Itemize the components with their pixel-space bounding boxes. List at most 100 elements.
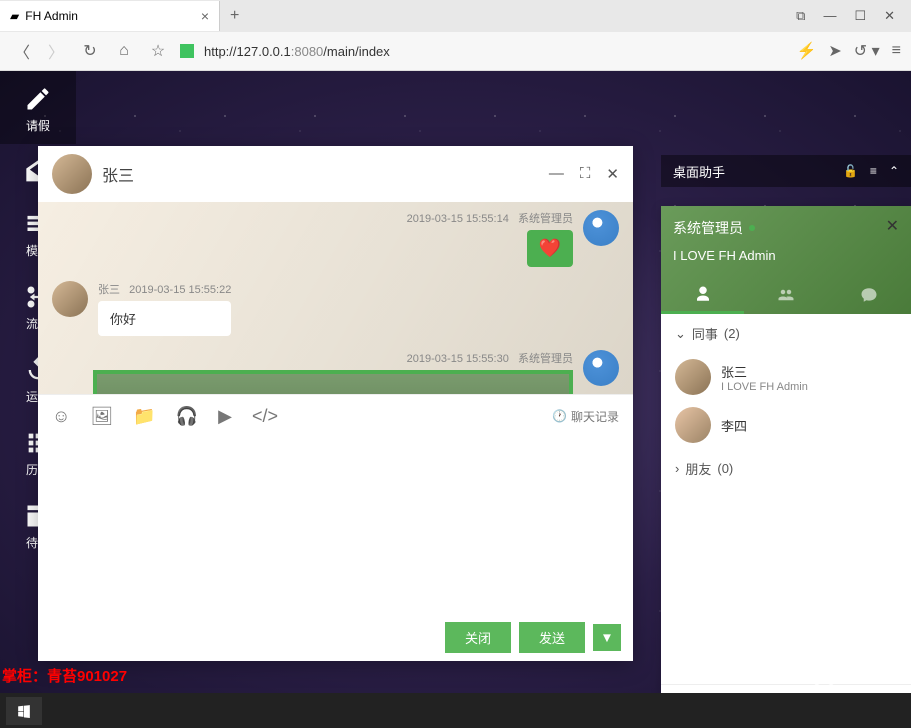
close-button[interactable]: 关闭	[445, 622, 511, 653]
address-bar: 〈 〉 ↻ ⌂ ☆ http://127.0.0.1:8080/main/ind…	[0, 32, 911, 70]
shield-icon	[180, 44, 194, 58]
lock-icon[interactable]: 🔓	[843, 164, 858, 178]
desktop-helper-panel: 桌面助手 🔓 ≡ ⌃	[661, 155, 911, 187]
send-button[interactable]: 发送	[519, 622, 585, 653]
favorite-button[interactable]: ☆	[146, 41, 170, 61]
tab-title: FH Admin	[25, 9, 78, 23]
undo-icon[interactable]: ↺ ▾	[854, 41, 880, 61]
maximize-icon[interactable]: ⛶	[580, 165, 591, 183]
forward-button[interactable]: 〉	[44, 39, 68, 63]
speed-icon[interactable]: ⚡	[796, 41, 816, 61]
group-name: 同事	[692, 324, 718, 343]
helper-header[interactable]: 桌面助手 🔓 ≡ ⌃	[661, 155, 911, 187]
message-bubble: ❤️	[527, 230, 573, 267]
logo-icon: C	[811, 662, 837, 688]
message-row: 2019-03-15 15:55:30 系统管理员	[52, 350, 619, 394]
group-header-colleagues[interactable]: ⌄ 同事 (2)	[661, 314, 911, 353]
browser-chrome: ▰ FH Admin × + ⧉ — ☐ ✕ 〈 〉 ↻ ⌂ ☆ http://…	[0, 0, 911, 71]
taskbar	[0, 693, 911, 728]
new-tab-button[interactable]: +	[220, 7, 249, 25]
browser-tab[interactable]: ▰ FH Admin ×	[0, 1, 220, 31]
group-name: 朋友	[685, 459, 711, 478]
self-status: I LOVE FH Admin	[673, 248, 899, 263]
contacts-panel: ✕ 系统管理员 I LOVE FH Admin ⌄ 同事	[661, 206, 911, 726]
image-icon[interactable]: 🖼	[90, 406, 113, 427]
message-avatar[interactable]	[583, 350, 619, 386]
message-meta: 2019-03-15 15:55:14 系统管理员	[407, 210, 573, 226]
tab-favicon-icon: ▰	[10, 9, 19, 23]
group-header-friends[interactable]: › 朋友 (0)	[661, 449, 911, 488]
self-name: 系统管理员	[673, 218, 899, 238]
sidebar-label: 请假	[26, 117, 50, 134]
message-image[interactable]	[93, 370, 573, 394]
code-icon[interactable]: </>	[252, 406, 278, 427]
window-maximize-icon[interactable]: ☐	[854, 8, 866, 24]
contact-name: 李四	[721, 416, 747, 435]
watermark-text: 掌柜：青苔901027	[2, 665, 127, 686]
message-avatar[interactable]	[52, 281, 88, 317]
tab-people[interactable]	[661, 276, 744, 314]
status-dot-icon	[749, 225, 755, 231]
folder-icon[interactable]: 📁	[133, 406, 155, 427]
chat-footer: 关闭 发送 ▼	[38, 613, 633, 661]
contact-item[interactable]: 李四	[661, 401, 911, 449]
contact-name: 张三	[721, 362, 808, 381]
tab-message[interactable]	[828, 276, 911, 314]
chat-toolbar: ☺ 🖼 📁 🎧 ▶ </> 🕐 聊天记录	[38, 394, 633, 438]
group-count: (2)	[724, 326, 740, 341]
url-input[interactable]: http://127.0.0.1:8080/main/index	[204, 44, 390, 59]
chat-header: 张三 — ⛶ ✕	[38, 146, 633, 202]
home-button[interactable]: ⌂	[112, 42, 136, 60]
clock-icon: 🕐	[552, 409, 567, 423]
contact-sub: I LOVE FH Admin	[721, 381, 808, 393]
send-dropdown-button[interactable]: ▼	[593, 624, 621, 651]
tab-bar: ▰ FH Admin × + ⧉ — ☐ ✕	[0, 0, 911, 32]
chat-history-button[interactable]: 🕐 聊天记录	[552, 408, 619, 425]
close-icon[interactable]: ✕	[606, 165, 619, 183]
contact-avatar	[675, 359, 711, 395]
back-button[interactable]: 〈	[10, 39, 34, 63]
menu-icon[interactable]: ≡	[870, 164, 877, 178]
helper-title: 桌面助手	[673, 162, 725, 181]
chat-avatar[interactable]	[52, 154, 92, 194]
message-row: 2019-03-15 15:55:14 系统管理员 ❤️	[52, 210, 619, 267]
brand-text: 创新互联	[843, 667, 891, 684]
minimize-icon[interactable]: —	[549, 165, 564, 183]
arrow-right-icon[interactable]: ➤	[828, 41, 841, 61]
url-protocol: http://	[204, 44, 237, 59]
group-count: (0)	[717, 461, 733, 476]
app-main: 请假 模型 流程 运行 历史 待办 张三	[0, 71, 911, 728]
close-icon[interactable]: ✕	[886, 216, 899, 236]
person-icon	[694, 285, 712, 303]
message-avatar[interactable]	[583, 210, 619, 246]
tab-close-icon[interactable]: ×	[201, 8, 209, 24]
window-dock-icon[interactable]: ⧉	[796, 8, 805, 24]
emoji-icon[interactable]: ☺	[52, 406, 70, 427]
edit-icon	[24, 85, 52, 113]
message-row: 张三 2019-03-15 15:55:22 你好	[52, 281, 619, 336]
start-button[interactable]	[6, 697, 42, 725]
chevron-down-icon: ⌄	[675, 326, 686, 342]
url-path: /main/index	[323, 44, 389, 59]
audio-icon[interactable]: 🎧	[176, 406, 198, 427]
url-host: 127.0.0.1	[237, 44, 291, 59]
chevron-right-icon: ›	[675, 461, 679, 476]
video-icon[interactable]: ▶	[218, 406, 232, 427]
sidebar-item-leave[interactable]: 请假	[0, 71, 76, 144]
menu-icon[interactable]: ≡	[892, 42, 901, 60]
window-minimize-icon[interactable]: —	[823, 8, 836, 24]
tab-group[interactable]	[744, 276, 827, 314]
history-label: 聊天记录	[571, 408, 619, 425]
url-port: :8080	[291, 44, 324, 59]
chat-body: 2019-03-15 15:55:14 系统管理员 ❤️ 张三 2019-03-…	[38, 202, 633, 394]
message-bubble: 你好	[98, 301, 231, 336]
chat-input[interactable]	[38, 438, 633, 614]
contacts-body: ⌄ 同事 (2) 张三 I LOVE FH Admin 李四 › 朋友	[661, 314, 911, 684]
refresh-button[interactable]: ↻	[78, 41, 102, 61]
collapse-icon[interactable]: ⌃	[889, 164, 899, 178]
chat-window: 张三 — ⛶ ✕ 2019-03-15 15:55:14 系统管理员 ❤️ 张三…	[38, 146, 633, 661]
contacts-header: ✕ 系统管理员 I LOVE FH Admin	[661, 206, 911, 314]
contact-item[interactable]: 张三 I LOVE FH Admin	[661, 353, 911, 401]
window-close-icon[interactable]: ✕	[884, 8, 895, 24]
message-meta: 2019-03-15 15:55:30 系统管理员	[407, 350, 573, 366]
